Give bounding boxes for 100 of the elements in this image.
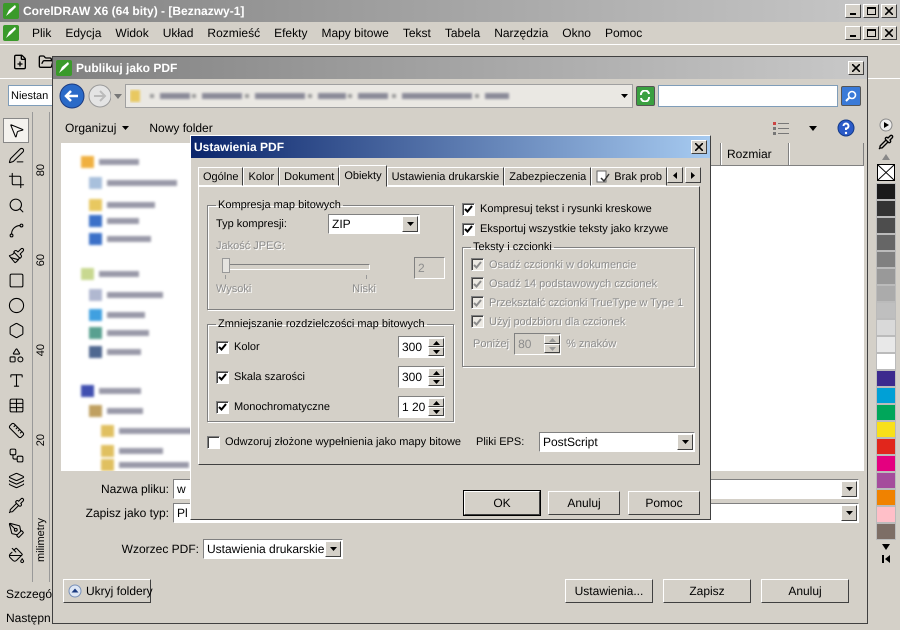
checkbox[interactable] [207,436,220,448]
scroll-start-icon[interactable] [881,554,891,564]
dialog-button[interactable]: Ustawienia... [565,579,653,603]
dialog-button[interactable]: Pomoc [628,491,700,515]
color-swatch[interactable] [876,234,896,251]
folder-icon[interactable] [38,54,54,70]
menu-item[interactable]: Tabela [438,26,488,40]
table-tool-icon[interactable] [8,397,24,414]
color-swatch[interactable] [876,523,896,540]
tab[interactable]: Obiekty [339,165,387,187]
slider-track[interactable] [222,258,370,274]
color-swatch[interactable] [876,404,896,421]
tab[interactable]: Kolor [243,167,280,186]
pointer-tool-icon[interactable] [8,122,24,139]
curve-tool-icon[interactable] [8,222,24,239]
help-icon[interactable] [837,119,855,137]
ellipse-tool-icon[interactable] [8,297,24,314]
dialog-button[interactable]: Zapisz [663,579,751,603]
checkbox[interactable] [216,400,229,414]
new-document-icon[interactable] [12,54,28,70]
tab[interactable]: Dokument [279,167,340,186]
eyedropper-tool-icon[interactable] [8,497,24,514]
text-tool-icon[interactable] [8,372,24,389]
color-swatch[interactable] [876,421,896,438]
menu-item[interactable]: Edycja [58,26,108,40]
color-swatch[interactable] [876,506,896,523]
maximize-button[interactable] [863,4,879,18]
shapes-tool-icon[interactable] [8,347,24,364]
menu-item[interactable]: Okno [555,26,598,40]
menu-item[interactable]: Widok [108,26,156,40]
zoom-tool-icon[interactable] [8,197,24,214]
brush-tool-icon[interactable] [8,247,24,264]
search-button[interactable] [841,86,861,106]
organize-menu[interactable]: Organizuj [65,121,130,135]
resolution-spinner[interactable]: 1 20 [398,396,445,418]
menu-item[interactable]: Narzędzia [487,26,556,40]
menu-item[interactable]: Tekst [396,26,438,40]
new-folder-button[interactable]: Nowy folder [149,121,213,135]
view-dropdown-icon[interactable] [809,126,817,130]
checkbox[interactable] [462,222,475,236]
color-swatch[interactable] [876,370,896,387]
crop-tool-icon[interactable] [8,172,24,189]
tab[interactable]: Ustawienia drukarskie [386,167,504,186]
color-swatch[interactable] [876,217,896,234]
close-button[interactable] [881,26,897,40]
menu-item[interactable]: Plik [25,26,58,40]
preset-field[interactable]: Niestan [8,85,52,106]
view-list-icon[interactable] [773,121,789,135]
color-swatch[interactable] [876,268,896,285]
pen-tool-icon[interactable] [8,522,24,539]
compression-dropdown[interactable]: ZIP [328,214,420,234]
tab[interactable]: Brak prob [591,167,667,186]
menu-item[interactable]: Rozmieść [200,26,268,40]
menu-item[interactable]: Mapy bitowe [314,26,396,40]
color-swatch[interactable] [876,302,896,319]
scroll-down-icon[interactable] [881,542,891,552]
color-swatch[interactable] [876,319,896,336]
color-swatch[interactable] [876,387,896,404]
fill-tool-icon[interactable] [8,547,24,564]
color-swatch[interactable] [876,251,896,268]
maximize-button[interactable] [863,26,879,40]
address-field[interactable] [125,84,633,108]
color-swatch[interactable] [876,285,896,302]
rectangle-tool-icon[interactable] [8,272,24,289]
color-swatch[interactable] [876,472,896,489]
minimize-button[interactable] [845,26,861,40]
tab[interactable]: Ogólne [198,167,244,186]
resolution-spinner[interactable]: 300 [398,336,445,358]
tab-scroll-left-button[interactable] [667,167,683,183]
search-field[interactable] [658,85,838,107]
history-dropdown-icon[interactable] [114,94,122,98]
color-swatch[interactable] [876,489,896,506]
close-button[interactable] [848,61,864,75]
color-swatch[interactable] [876,183,896,200]
eyedropper-icon[interactable] [878,134,894,150]
menu-item[interactable]: Układ [156,26,200,40]
checkbox[interactable] [462,202,475,216]
checkbox[interactable] [216,370,229,384]
connector-tool-icon[interactable] [8,447,24,464]
polygon-tool-icon[interactable] [8,322,24,339]
no-color-swatch[interactable] [877,164,895,181]
close-button[interactable] [881,4,897,18]
dialog-button[interactable]: Anuluj [548,491,620,515]
color-swatch[interactable] [876,353,896,370]
menu-item[interactable]: Pomoc [598,26,650,40]
tab-scroll-right-button[interactable] [685,167,701,183]
back-button[interactable] [59,83,85,109]
pen-line-tool-icon[interactable] [8,147,24,164]
column-header[interactable]: Rozmiar [721,143,789,165]
resolution-spinner[interactable]: 300 [398,366,445,388]
blend-tool-icon[interactable] [8,472,24,489]
palette-play-icon[interactable] [879,118,893,132]
color-swatch[interactable] [876,336,896,353]
eps-dropdown[interactable]: PostScript [539,432,695,452]
color-swatch[interactable] [876,200,896,217]
minimize-button[interactable] [845,4,861,18]
dialog-button[interactable]: OK [464,491,540,515]
color-swatch[interactable] [876,455,896,472]
dimension-tool-icon[interactable] [8,422,24,439]
menu-item[interactable]: Efekty [267,26,314,40]
